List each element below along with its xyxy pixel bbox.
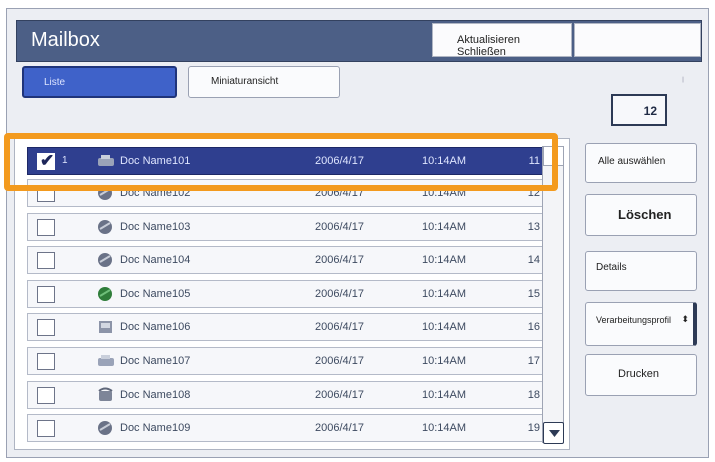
- page-title: Mailbox: [31, 29, 100, 51]
- print-label: Drucken: [618, 368, 659, 380]
- doc-index: 16: [527, 321, 540, 333]
- doc-index: 18: [527, 389, 540, 401]
- scanner-doc-icon: [96, 352, 116, 370]
- doc-name: Doc Name106: [120, 321, 191, 333]
- select-all-button[interactable]: Alle auswählen: [585, 143, 697, 183]
- table-row[interactable]: Doc Name108 2006/4/17 10:14AM 18: [27, 381, 549, 409]
- doc-name: Doc Name109: [120, 422, 191, 434]
- doc-index: 17: [527, 355, 540, 367]
- details-button[interactable]: Details: [585, 251, 697, 291]
- doc-time: 10:14AM: [422, 321, 467, 333]
- processing-profile-button[interactable]: Verarbeitungsprofil ⬍: [585, 302, 697, 346]
- decorative-mark: ╷: [680, 72, 687, 83]
- row-checkbox[interactable]: [37, 219, 55, 236]
- doc-date: 2006/4/17: [315, 355, 364, 367]
- globe-doc-icon: [96, 251, 116, 269]
- processing-profile-label: Verarbeitungsprofil: [596, 315, 672, 325]
- globe-doc-icon: [96, 218, 116, 236]
- doc-date: 2006/4/17: [315, 389, 364, 401]
- doc-date: 2006/4/17: [315, 422, 364, 434]
- globe-doc-icon: [96, 419, 116, 437]
- selection-highlight: [4, 133, 558, 191]
- doc-index: 19: [527, 422, 540, 434]
- doc-index: 15: [527, 288, 540, 300]
- title-bar: Mailbox Aktualisieren Schließen: [16, 20, 702, 62]
- header-blank-button[interactable]: [574, 23, 701, 57]
- row-checkbox[interactable]: [37, 252, 55, 269]
- row-checkbox[interactable]: [37, 319, 55, 336]
- table-row[interactable]: Doc Name104 2006/4/17 10:14AM 14: [27, 246, 549, 274]
- tab-thumbnail-view[interactable]: Miniaturansicht: [188, 66, 340, 98]
- row-checkbox[interactable]: [37, 353, 55, 370]
- box-doc-icon: [96, 318, 116, 336]
- row-checkbox[interactable]: [37, 387, 55, 404]
- doc-time: 10:14AM: [422, 221, 467, 233]
- table-row[interactable]: Doc Name103 2006/4/17 10:14AM 13: [27, 213, 549, 241]
- doc-name: Doc Name107: [120, 355, 191, 367]
- doc-name: Doc Name103: [120, 221, 191, 233]
- doc-time: 10:14AM: [422, 422, 467, 434]
- doc-time: 10:14AM: [422, 288, 467, 300]
- doc-date: 2006/4/17: [315, 321, 364, 333]
- scroll-down-button[interactable]: [543, 422, 564, 444]
- row-checkbox[interactable]: [37, 286, 55, 303]
- print-button[interactable]: Drucken: [585, 354, 697, 396]
- doc-index: 13: [527, 221, 540, 233]
- doc-name: Doc Name104: [120, 254, 191, 266]
- details-label: Details: [596, 262, 627, 273]
- doc-date: 2006/4/17: [315, 221, 364, 233]
- phone-doc-icon: [96, 386, 116, 404]
- delete-button[interactable]: Löschen: [585, 194, 697, 236]
- table-row[interactable]: Doc Name107 2006/4/17 10:14AM 17: [27, 347, 549, 375]
- dropdown-marker-icon: ⬍: [681, 314, 689, 324]
- table-row[interactable]: Doc Name105 2006/4/17 10:14AM 15: [27, 280, 549, 308]
- document-count: 12: [611, 94, 667, 126]
- row-checkbox[interactable]: [37, 420, 55, 437]
- doc-name: Doc Name105: [120, 288, 191, 300]
- delete-label: Löschen: [618, 207, 672, 222]
- doc-date: 2006/4/17: [315, 288, 364, 300]
- doc-name: Doc Name108: [120, 389, 191, 401]
- doc-index: 14: [527, 254, 540, 266]
- chevron-down-icon: [549, 430, 560, 437]
- green-globe-icon: [96, 285, 116, 303]
- table-row[interactable]: Doc Name106 2006/4/17 10:14AM 16: [27, 313, 549, 341]
- doc-time: 10:14AM: [422, 254, 467, 266]
- table-row[interactable]: Doc Name109 2006/4/17 10:14AM 19: [27, 414, 549, 442]
- select-all-label: Alle auswählen: [598, 156, 666, 167]
- doc-time: 10:14AM: [422, 389, 467, 401]
- doc-date: 2006/4/17: [315, 254, 364, 266]
- refresh-close-button[interactable]: Aktualisieren Schließen: [432, 23, 572, 58]
- doc-time: 10:14AM: [422, 355, 467, 367]
- tab-list[interactable]: Liste: [22, 66, 177, 98]
